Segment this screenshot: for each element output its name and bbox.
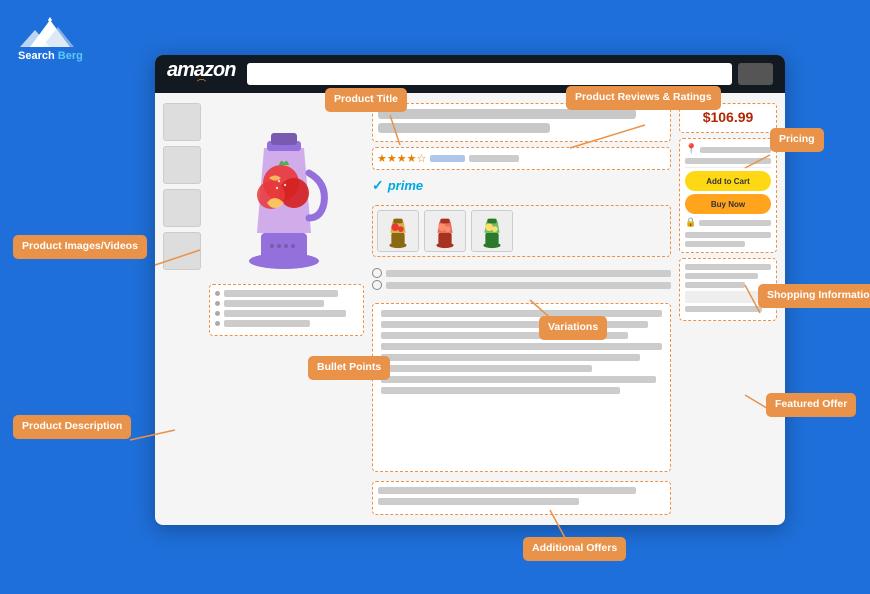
logo-search-text: Search — [18, 50, 55, 62]
prime-text: prime — [388, 178, 423, 193]
amazon-smile: ⌒ — [197, 77, 206, 90]
variation-2 — [424, 210, 466, 252]
mountain-icon — [20, 12, 80, 50]
prime-check-icon: ✓ — [372, 177, 384, 194]
header-nav-placeholder — [738, 63, 773, 85]
product-variations — [372, 205, 671, 257]
main-product-image-col — [209, 103, 364, 515]
add-to-cart-button[interactable]: Add to Cart — [685, 171, 771, 191]
secure-transaction-row: 🔒 — [685, 217, 771, 228]
product-description-section — [372, 303, 671, 472]
variation-3 — [471, 210, 513, 252]
blender-image — [209, 103, 359, 278]
product-thumbnails — [163, 103, 201, 515]
thumb-2 — [163, 146, 201, 184]
product-title-section — [372, 103, 671, 142]
bullet-points-section — [209, 284, 364, 336]
amazon-product-page: ★★★★☆ ✓ prime — [155, 93, 785, 525]
thumb-3 — [163, 189, 201, 227]
product-options — [372, 266, 671, 292]
featured-offer-section — [679, 258, 777, 321]
logo-berg-text: Berg — [58, 50, 83, 62]
thumb-4 — [163, 232, 201, 270]
shopping-information-section: 📍 Add to Cart Buy Now 🔒 — [679, 138, 777, 253]
searchberg-logo: Search Berg — [18, 12, 83, 62]
amazon-header: amazon ⌒ — [155, 55, 785, 93]
variation-1 — [377, 210, 419, 252]
additional-offers-section — [372, 481, 671, 515]
prime-badge: ✓ prime — [372, 177, 671, 194]
lock-icon: 🔒 — [685, 217, 696, 228]
thumb-1 — [163, 103, 201, 141]
amazon-mockup-window: amazon ⌒ — [155, 55, 785, 525]
right-sidebar: $106.99 📍 Add to Cart Buy Now 🔒 — [679, 103, 777, 515]
star-icon: ★★★★☆ — [377, 152, 426, 165]
amazon-search-bar — [247, 63, 732, 85]
product-center-info: ★★★★☆ ✓ prime — [372, 103, 671, 515]
blender-svg — [209, 103, 359, 278]
product-price: $106.99 — [703, 109, 754, 125]
pricing-section: $106.99 — [679, 103, 777, 133]
location-icon: 📍 — [685, 144, 697, 155]
product-reviews-section: ★★★★☆ — [372, 147, 671, 170]
buy-now-button[interactable]: Buy Now — [685, 194, 771, 214]
